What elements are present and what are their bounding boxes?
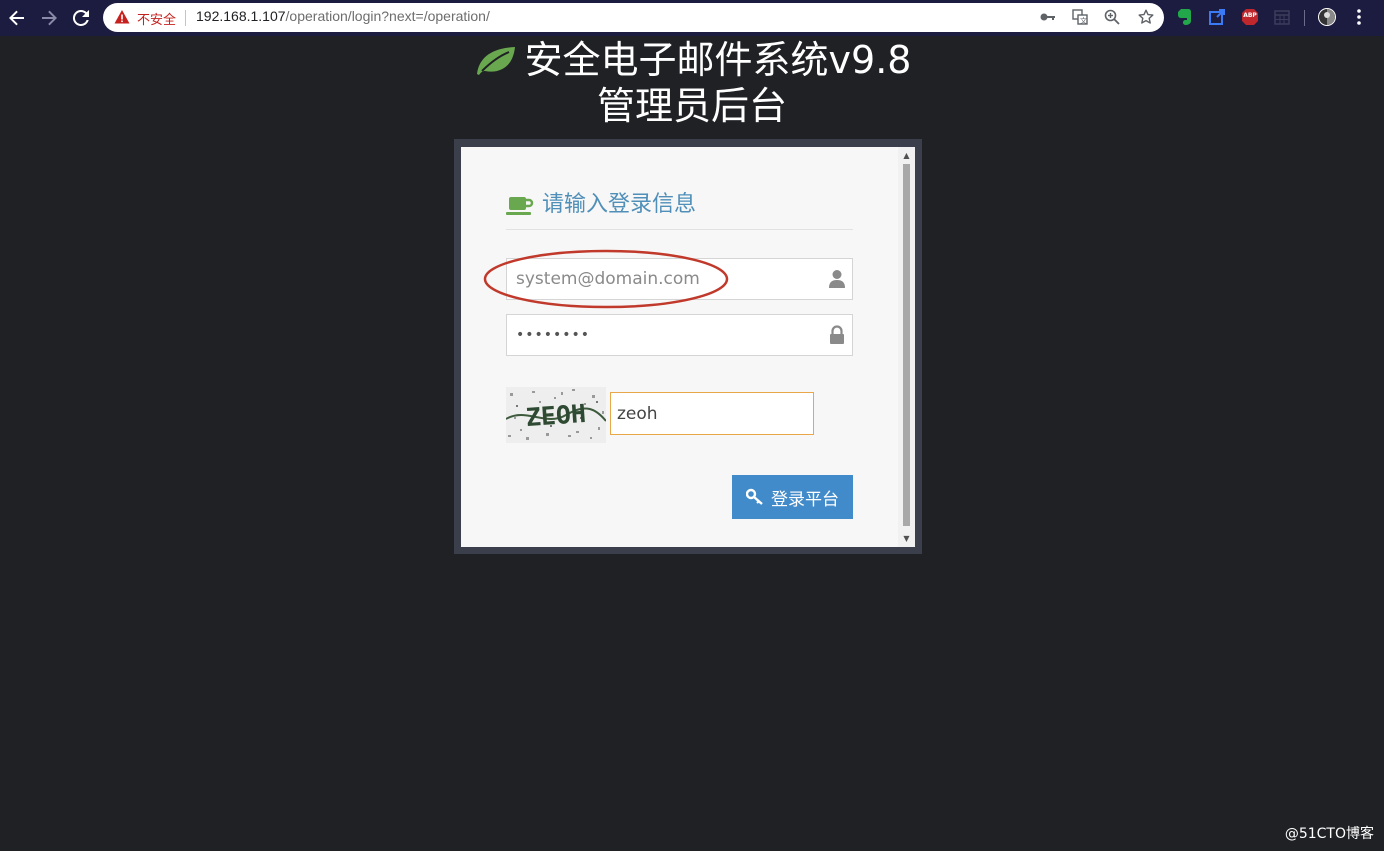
login-section-title: 请输入登录信息 [542, 192, 697, 217]
security-status[interactable]: 不安全 [137, 9, 176, 28]
password-input[interactable] [507, 315, 807, 355]
translate-icon[interactable]: 文 [1070, 7, 1090, 27]
password-field[interactable] [506, 314, 853, 356]
menu-icon[interactable] [1349, 7, 1369, 27]
captcha-image[interactable]: ZEOH [505, 387, 607, 443]
login-card-frame: 请输入登录信息 system@domain.com •••••••• ZEOH … [454, 139, 922, 554]
address-bar[interactable]: 不安全 192.168.1.107/operation/login?next=/… [103, 3, 1164, 32]
arrow-right-icon [42, 10, 57, 26]
leaf-icon [476, 47, 515, 75]
lock-icon [830, 325, 844, 344]
user-icon [829, 270, 845, 288]
page-header: 安全电子邮件系统v9.8 管理员后台 [0, 36, 1384, 128]
evernote-icon[interactable] [1174, 7, 1194, 27]
card-scrollbar[interactable]: ▲ ▼ [898, 147, 915, 547]
forward-button[interactable] [37, 6, 61, 30]
reload-icon [73, 10, 89, 26]
username-input[interactable] [507, 259, 807, 299]
username-field[interactable] [506, 258, 853, 300]
calendar-icon[interactable] [1272, 7, 1292, 27]
arrow-left-icon [9, 10, 24, 26]
warning-triangle-icon [114, 10, 130, 24]
share-icon[interactable] [1207, 7, 1227, 27]
coffee-cup-icon [506, 197, 534, 215]
scroll-thumb[interactable] [903, 164, 910, 526]
login-button[interactable]: 登录平台 [732, 475, 853, 519]
key-icon [746, 488, 763, 505]
adblock-label: ABP [1243, 12, 1257, 19]
zoom-icon[interactable] [1102, 7, 1122, 27]
captcha-text: ZEOH [525, 399, 587, 432]
toolbar-divider [1304, 10, 1305, 26]
scroll-up-arrow[interactable]: ▲ [898, 147, 915, 164]
omnibox-divider [185, 10, 186, 26]
login-section-header: 请输入登录信息 [506, 191, 853, 230]
page-title: 安全电子邮件系统v9.8 [524, 38, 912, 82]
url-host: 192.168.1.107 [196, 8, 286, 24]
svg-text:文: 文 [1080, 16, 1087, 25]
reload-button[interactable] [69, 6, 93, 30]
watermark: @51CTO博客 [1284, 826, 1374, 842]
title-row: 安全电子邮件系统v9.8 [0, 36, 1384, 84]
url-path: /operation/login?next=/operation/ [285, 8, 490, 24]
browser-toolbar: 不安全 192.168.1.107/operation/login?next=/… [0, 0, 1384, 36]
adblock-icon[interactable]: ABP [1240, 7, 1260, 27]
scroll-down-arrow[interactable]: ▼ [898, 530, 915, 547]
key-icon[interactable] [1038, 7, 1058, 27]
page-subtitle: 管理员后台 [596, 84, 787, 128]
captcha-input[interactable] [611, 393, 811, 434]
captcha-noise: ZEOH [505, 387, 607, 443]
star-icon[interactable] [1136, 7, 1156, 27]
back-button[interactable] [5, 6, 29, 30]
captcha-field[interactable] [610, 392, 814, 435]
login-card: 请输入登录信息 system@domain.com •••••••• ZEOH … [461, 147, 915, 547]
login-button-label: 登录平台 [771, 489, 839, 510]
profile-icon[interactable] [1317, 7, 1337, 27]
url-text[interactable]: 192.168.1.107/operation/login?next=/oper… [196, 8, 490, 24]
